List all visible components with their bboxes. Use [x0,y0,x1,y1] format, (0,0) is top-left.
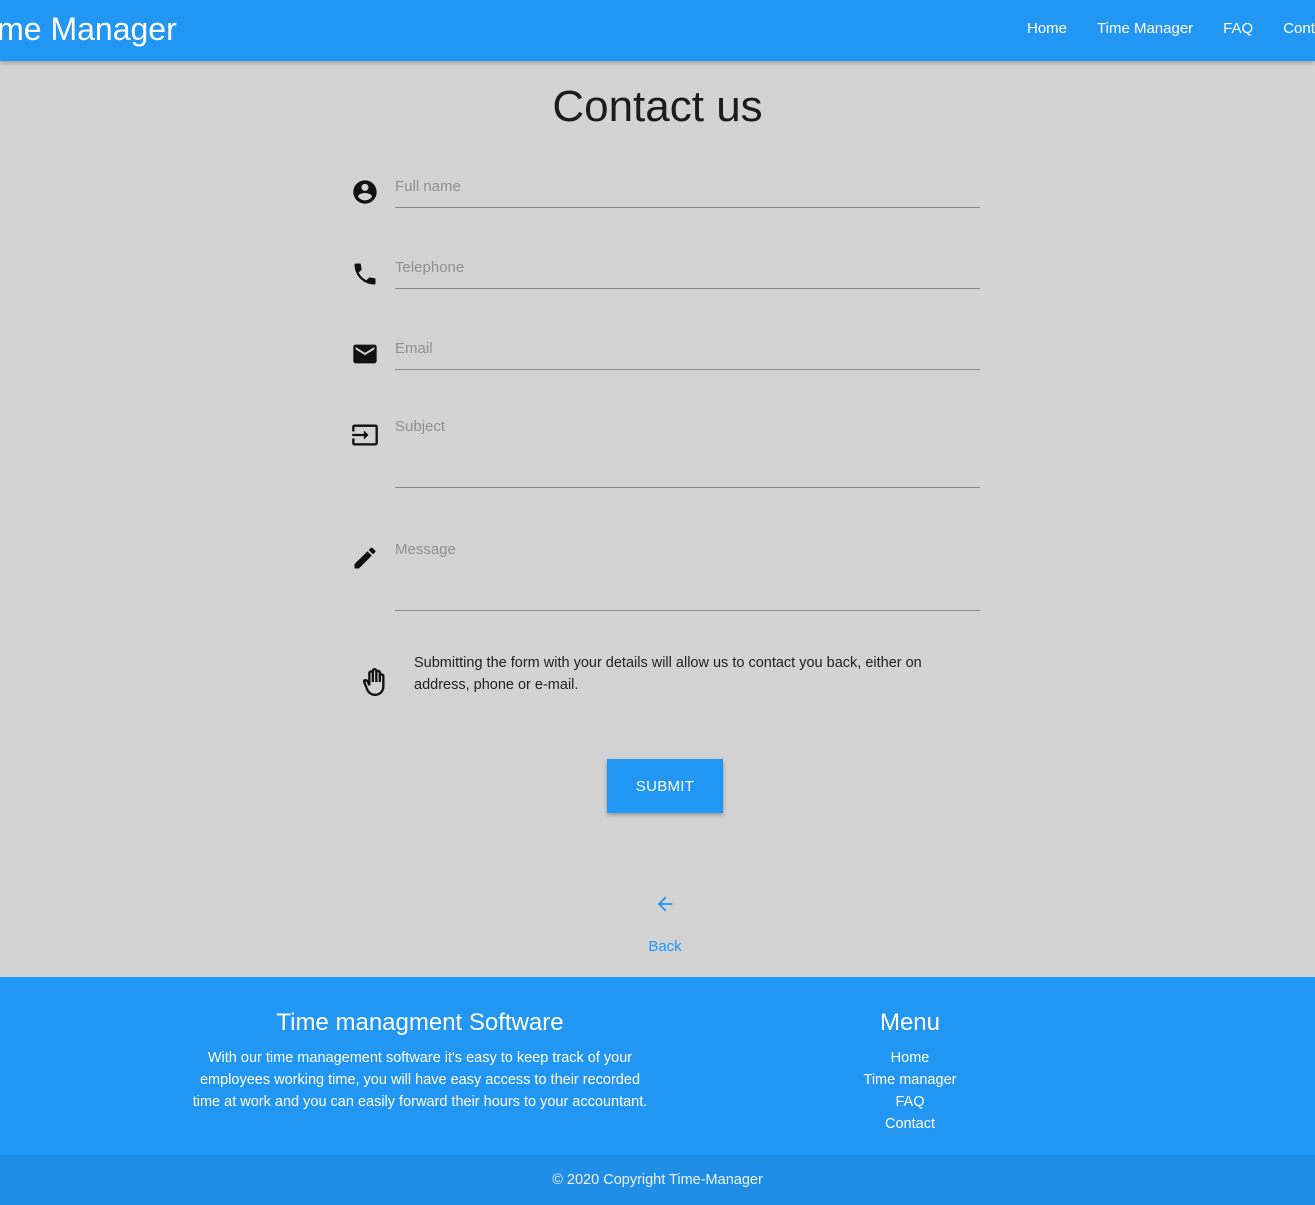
footer-about-text: With our time management software it's e… [192,1050,648,1110]
notice-text: Submitting the form with your details wi… [414,655,922,693]
nav-links: Home Time Manager FAQ Conta [1027,19,1315,39]
footer-menu-item-home[interactable]: Home [810,1047,1010,1069]
nav-link-time-manager[interactable]: Time Manager [1097,19,1193,39]
arrow-left-icon [654,896,676,919]
footer-menu-title: Menu [879,1009,941,1036]
footer-menu-item-faq[interactable]: FAQ [810,1091,1010,1113]
telephone-input[interactable] [395,256,980,289]
mail-icon [348,337,382,371]
email-input[interactable] [395,337,980,370]
copyright-bar: © 2020 Copyright Time-Manager [0,1155,1315,1205]
footer-menu-item-time-manager[interactable]: Time manager [810,1069,1010,1091]
footer-about: Time managment Software With our time ma… [190,1007,650,1113]
subject-input[interactable] [395,418,980,488]
nav-link-contact[interactable]: Conta [1283,19,1315,39]
pencil-icon [348,541,382,575]
back-link[interactable]: Back [607,893,723,963]
full-name-field [348,175,980,209]
subject-field [348,418,980,488]
page-title: Contact us [552,82,763,131]
email-field [348,337,980,371]
footer-menu-item-contact[interactable]: Contact [810,1113,1010,1135]
navbar: ime Manager Home Time Manager FAQ Conta [0,0,1315,61]
message-input[interactable] [395,541,980,611]
telephone-field [348,256,980,290]
submit-button[interactable]: SUBMIT [607,759,723,813]
nav-link-faq[interactable]: FAQ [1223,19,1253,39]
brand-title[interactable]: ime Manager [0,10,177,48]
back-label: Back [648,938,682,955]
input-icon [348,418,382,452]
footer-menu: Menu Home Time manager FAQ Contact [810,1007,1010,1151]
full-name-input[interactable] [395,175,980,208]
account-circle-icon [348,175,382,209]
phone-icon [348,257,382,291]
message-field [348,541,980,611]
hand-icon [360,668,388,696]
footer: Time managment Software With our time ma… [0,977,1315,1155]
footer-about-title: Time managment Software [276,1009,564,1036]
nav-link-home[interactable]: Home [1027,19,1067,39]
footer-menu-list: Home Time manager FAQ Contact [810,1047,1010,1135]
